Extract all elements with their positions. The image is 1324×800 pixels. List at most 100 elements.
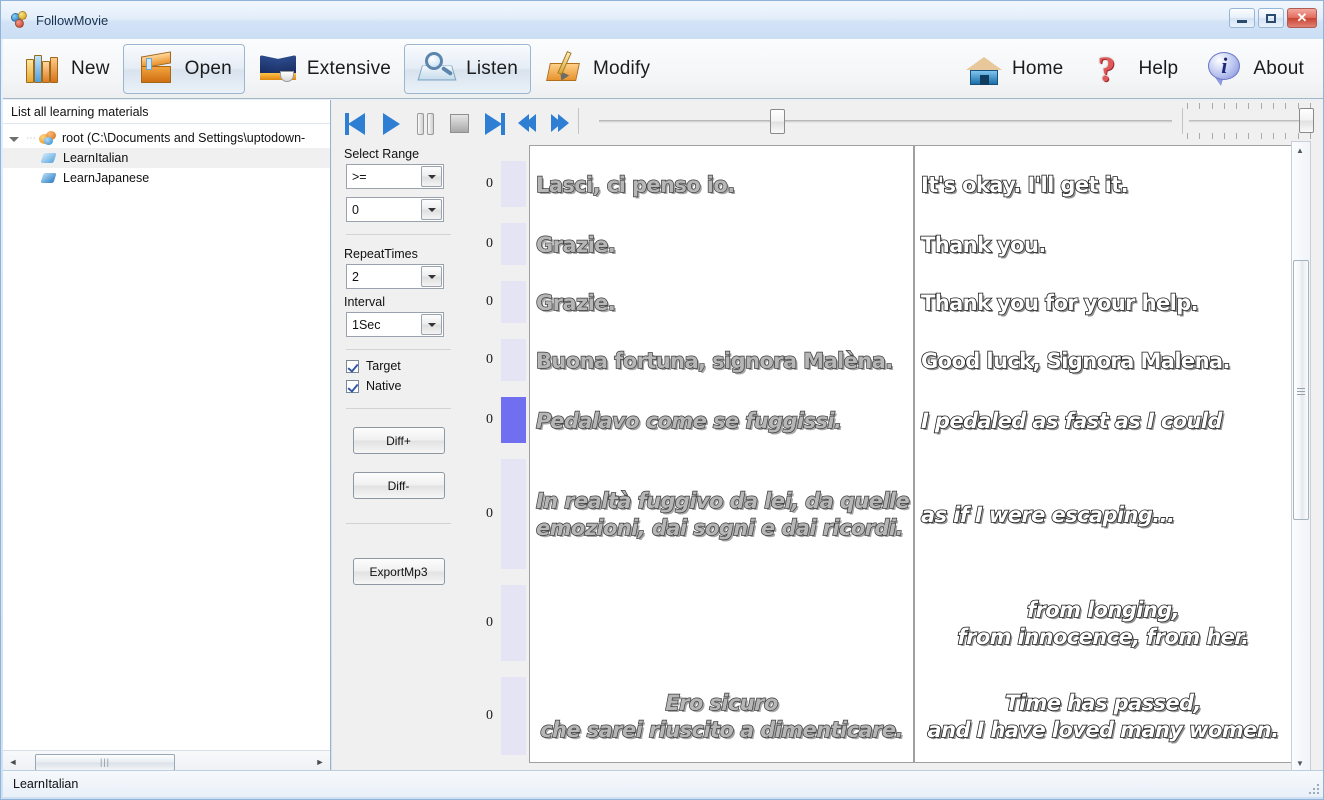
scroll-right-arrow-icon[interactable]: ► <box>310 752 330 772</box>
toolbar-label-listen: Listen <box>466 57 518 79</box>
subtitle-text: Grazie. <box>535 290 616 315</box>
operator-select[interactable]: >= <box>346 164 444 189</box>
pause-button[interactable] <box>408 106 442 136</box>
scroll-left-arrow-icon[interactable]: ◄ <box>3 752 23 772</box>
rewind-button[interactable] <box>510 106 544 136</box>
main-scroll-thumb[interactable] <box>1293 260 1309 520</box>
toolbar-label-help: Help <box>1138 57 1179 79</box>
subtitle-line-row[interactable]: Time has passed, and I have loved many wo… <box>915 670 1291 762</box>
subtitle-line-row[interactable]: I pedaled as fast as I could <box>915 390 1291 452</box>
toolbar-button-modify[interactable]: Modify <box>531 44 663 94</box>
subtitle-line-row[interactable]: Lasci, ci penso io. <box>530 154 913 216</box>
main-toolbar: New Open Extensive Listen Modify Home ? … <box>3 39 1323 99</box>
chevron-down-icon[interactable] <box>421 199 442 220</box>
subtitle-row-indicator[interactable] <box>501 677 526 755</box>
resize-grip-icon[interactable] <box>1305 780 1319 794</box>
sidebar-scroll-thumb[interactable]: ||| <box>35 753 175 771</box>
subtitle-line-row[interactable]: In realtà fuggivo da lei, da quelle emozi… <box>530 452 913 578</box>
minimize-button[interactable] <box>1229 8 1255 28</box>
interval-select[interactable]: 1Sec <box>346 312 444 337</box>
volume-slider-track[interactable] <box>1189 119 1309 123</box>
tree-node-root[interactable]: ⋯ root (C:\Documents and Settings\uptodow… <box>3 128 330 148</box>
subtitle-row-marker[interactable]: 0 <box>465 451 529 577</box>
chevron-down-icon[interactable] <box>421 266 442 287</box>
scroll-down-arrow-icon[interactable]: ▼ <box>1292 755 1308 771</box>
volume-slider[interactable] <box>1183 102 1315 140</box>
subtitle-line-row[interactable] <box>530 578 913 670</box>
forward-button[interactable] <box>544 106 578 136</box>
main-vertical-scrollbar[interactable]: ▲ ▼ <box>1291 141 1311 772</box>
subtitle-line-row[interactable]: Thank you for your help. <box>915 274 1291 332</box>
seek-slider-track[interactable] <box>599 119 1172 123</box>
subtitle-row-indicator[interactable] <box>501 459 526 569</box>
repeat-times-select[interactable]: 2 <box>346 264 444 289</box>
subtitle-row-selected-marker[interactable] <box>501 397 526 443</box>
subtitle-row-indicator[interactable] <box>501 223 526 265</box>
toolbar-button-extensive[interactable]: Extensive <box>245 44 404 94</box>
target-language-pane[interactable]: Lasci, ci penso io. Grazie. Grazie. Buona f… <box>529 145 914 763</box>
subtitle-row-marker[interactable]: 0 <box>465 669 529 763</box>
chevron-down-icon[interactable] <box>421 314 442 335</box>
threshold-select[interactable]: 0 <box>346 197 444 222</box>
native-checkbox-row[interactable]: Native <box>332 376 465 396</box>
maximize-button[interactable] <box>1258 8 1284 28</box>
subtitle-line-row[interactable]: Buona fortuna, signora Malèna. <box>530 332 913 390</box>
seek-slider[interactable] <box>599 103 1172 139</box>
play-button[interactable] <box>374 106 408 136</box>
subtitle-line-row[interactable]: Thank you. <box>915 216 1291 274</box>
tree-node-label: LearnJapanese <box>63 171 150 185</box>
toolbar-button-new[interactable]: New <box>9 44 123 94</box>
diff-plus-button[interactable]: Diff+ <box>352 427 445 454</box>
subtitle-line-row[interactable]: Ero sicuro che sarei riuscito a dimentica… <box>530 670 913 762</box>
subtitle-text: It's okay. I'll get it. <box>920 172 1129 198</box>
subtitle-line-row[interactable]: It's okay. I'll get it. <box>915 154 1291 216</box>
window-controls: ✕ <box>1229 8 1317 28</box>
subtitle-row-marker[interactable]: 0 <box>465 331 529 389</box>
sidebar-scroll-track[interactable]: ||| <box>23 753 310 771</box>
expander-triangle-icon[interactable] <box>9 136 19 142</box>
close-button[interactable]: ✕ <box>1287 8 1317 28</box>
export-mp3-button[interactable]: ExportMp3 <box>352 558 445 585</box>
native-checkbox[interactable] <box>346 379 359 393</box>
skip-previous-button[interactable] <box>340 106 374 136</box>
subtitle-line-row[interactable]: Grazie. <box>530 274 913 332</box>
subtitle-row-indicator[interactable] <box>501 339 526 381</box>
subtitle-text: Thank you. <box>920 232 1047 258</box>
target-checkbox[interactable] <box>346 359 359 373</box>
threshold-value: 0 <box>352 202 359 217</box>
subtitle-text: from longing, <box>1026 597 1180 623</box>
toolbar-button-listen[interactable]: Listen <box>404 43 531 94</box>
toolbar-button-home[interactable]: Home <box>950 44 1076 94</box>
subtitle-row-marker[interactable]: 0 <box>465 273 529 331</box>
seek-slider-thumb[interactable] <box>769 108 785 134</box>
subtitle-row-marker[interactable]: 0 <box>465 153 529 215</box>
stop-button[interactable] <box>442 106 476 136</box>
target-checkbox-row[interactable]: Target <box>332 356 465 376</box>
diff-minus-button[interactable]: Diff- <box>352 472 445 499</box>
toolbar-button-about[interactable]: i About <box>1191 44 1317 94</box>
native-language-pane[interactable]: It's okay. I'll get it. Thank you. Thank y… <box>914 145 1292 763</box>
subtitle-line-row[interactable]: from longing, from innocence, from her. <box>915 578 1291 670</box>
subtitle-text: Time has passed, <box>1004 690 1202 716</box>
subtitle-line-row[interactable]: Good luck, Signora Malena. <box>915 332 1291 390</box>
subtitle-line-row[interactable]: as if I were escaping... <box>915 452 1291 578</box>
settings-divider-1 <box>346 234 451 235</box>
subtitle-line-row[interactable]: Pedalavo come se fuggissi. <box>530 390 913 452</box>
sidebar-horizontal-scrollbar[interactable]: ◄ ||| ► <box>3 750 330 772</box>
subtitle-row-marker[interactable]: 0 <box>465 215 529 273</box>
chevron-down-icon[interactable] <box>421 166 442 187</box>
subtitle-text: Thank you for your help. <box>920 290 1199 316</box>
toolbar-button-help[interactable]: ? Help <box>1076 44 1191 94</box>
scroll-up-arrow-icon[interactable]: ▲ <box>1292 142 1308 158</box>
subtitle-row-indicator[interactable] <box>501 161 526 207</box>
subtitle-row-marker[interactable]: 0 <box>465 389 529 451</box>
volume-slider-thumb[interactable] <box>1299 107 1314 133</box>
toolbar-button-open[interactable]: Open <box>122 43 245 94</box>
subtitle-row-indicator[interactable] <box>501 281 526 323</box>
skip-next-button[interactable] <box>476 106 510 136</box>
tree-node-child[interactable]: LearnItalian <box>3 148 330 168</box>
subtitle-row-marker[interactable]: 0 <box>465 577 529 669</box>
tree-node-child[interactable]: LearnJapanese <box>3 168 330 188</box>
subtitle-row-indicator[interactable] <box>501 585 526 661</box>
subtitle-line-row[interactable]: Grazie. <box>530 216 913 274</box>
